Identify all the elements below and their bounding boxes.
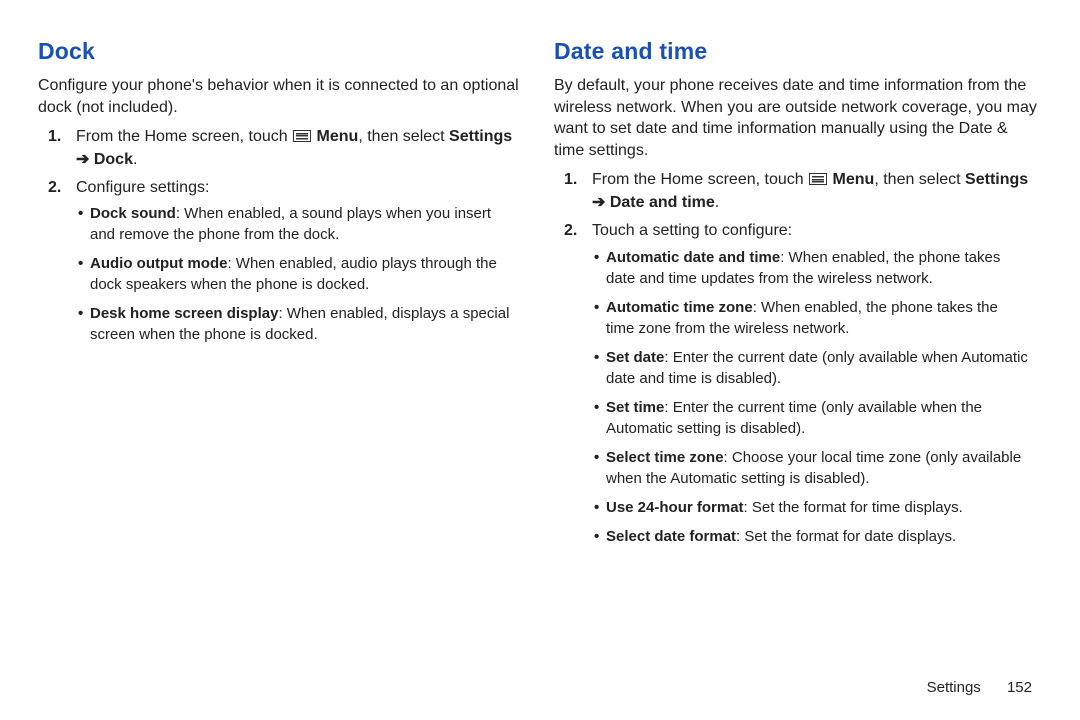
menu-icon	[809, 173, 827, 185]
right-column: Date and time By default, your phone rec…	[554, 38, 1050, 700]
bullet-label: Set time	[606, 399, 664, 416]
step-text: Touch a setting to configure:	[592, 222, 792, 239]
bullet-auto-time-zone: Automatic time zone: When enabled, the p…	[606, 297, 1042, 339]
dock-heading: Dock	[38, 38, 534, 65]
bullet-date-format: Select date format: Set the format for d…	[606, 526, 1042, 547]
bullet-label: Select date format	[606, 528, 736, 545]
period: .	[133, 151, 137, 168]
bullet-text: : Set the format for date displays.	[736, 528, 956, 545]
page-footer: Settings 152	[927, 679, 1032, 696]
bullet-label: Dock sound	[90, 205, 176, 222]
settings-path-target: Dock	[89, 151, 133, 168]
datetime-bullets: Automatic date and time: When enabled, t…	[592, 247, 1042, 547]
dock-intro: Configure your phone's behavior when it …	[38, 75, 534, 118]
datetime-step-2: Touch a setting to configure: Automatic …	[592, 220, 1050, 546]
arrow-icon: ➔	[592, 194, 605, 211]
menu-label: Menu	[833, 171, 875, 188]
menu-icon	[293, 130, 311, 142]
dock-bullets: Dock sound: When enabled, a sound plays …	[76, 203, 526, 345]
period: .	[715, 194, 719, 211]
bullet-desk-home: Desk home screen display: When enabled, …	[90, 303, 526, 345]
step-text: From the Home screen, touch	[592, 171, 808, 188]
bullet-select-time-zone: Select time zone: Choose your local time…	[606, 447, 1042, 489]
bullet-label: Set date	[606, 349, 664, 366]
bullet-label: Use 24-hour format	[606, 499, 744, 516]
bullet-text: : Set the format for time displays.	[744, 499, 963, 516]
bullet-dock-sound: Dock sound: When enabled, a sound plays …	[90, 203, 526, 245]
step-text: , then select	[874, 171, 965, 188]
bullet-auto-date-time: Automatic date and time: When enabled, t…	[606, 247, 1042, 289]
step-text: From the Home screen, touch	[76, 128, 292, 145]
menu-label: Menu	[317, 128, 359, 145]
left-column: Dock Configure your phone's behavior whe…	[38, 38, 534, 700]
dock-step-1: From the Home screen, touch Menu, then s…	[76, 126, 534, 171]
datetime-steps: From the Home screen, touch Menu, then s…	[554, 169, 1050, 546]
datetime-intro: By default, your phone receives date and…	[554, 75, 1050, 161]
footer-section: Settings	[927, 679, 981, 696]
datetime-heading: Date and time	[554, 38, 1050, 65]
datetime-step-1: From the Home screen, touch Menu, then s…	[592, 169, 1050, 214]
footer-page-number: 152	[1007, 679, 1032, 696]
bullet-24-hour: Use 24-hour format: Set the format for t…	[606, 497, 1042, 518]
dock-steps: From the Home screen, touch Menu, then s…	[38, 126, 534, 345]
bullet-set-date: Set date: Enter the current date (only a…	[606, 347, 1042, 389]
manual-page: Dock Configure your phone's behavior whe…	[0, 0, 1080, 720]
settings-path: Settings	[965, 171, 1028, 188]
bullet-audio-output: Audio output mode: When enabled, audio p…	[90, 253, 526, 295]
bullet-label: Automatic time zone	[606, 299, 753, 316]
bullet-label: Audio output mode	[90, 255, 227, 272]
bullet-label: Desk home screen display	[90, 305, 278, 322]
settings-path-target: Date and time	[605, 194, 714, 211]
arrow-icon: ➔	[76, 151, 89, 168]
dock-step-2: Configure settings: Dock sound: When ena…	[76, 177, 534, 345]
bullet-text: : Enter the current date (only available…	[606, 349, 1028, 387]
bullet-label: Select time zone	[606, 449, 724, 466]
bullet-set-time: Set time: Enter the current time (only a…	[606, 397, 1042, 439]
step-text: Configure settings:	[76, 179, 209, 196]
bullet-label: Automatic date and time	[606, 249, 780, 266]
settings-path: Settings	[449, 128, 512, 145]
step-text: , then select	[358, 128, 449, 145]
